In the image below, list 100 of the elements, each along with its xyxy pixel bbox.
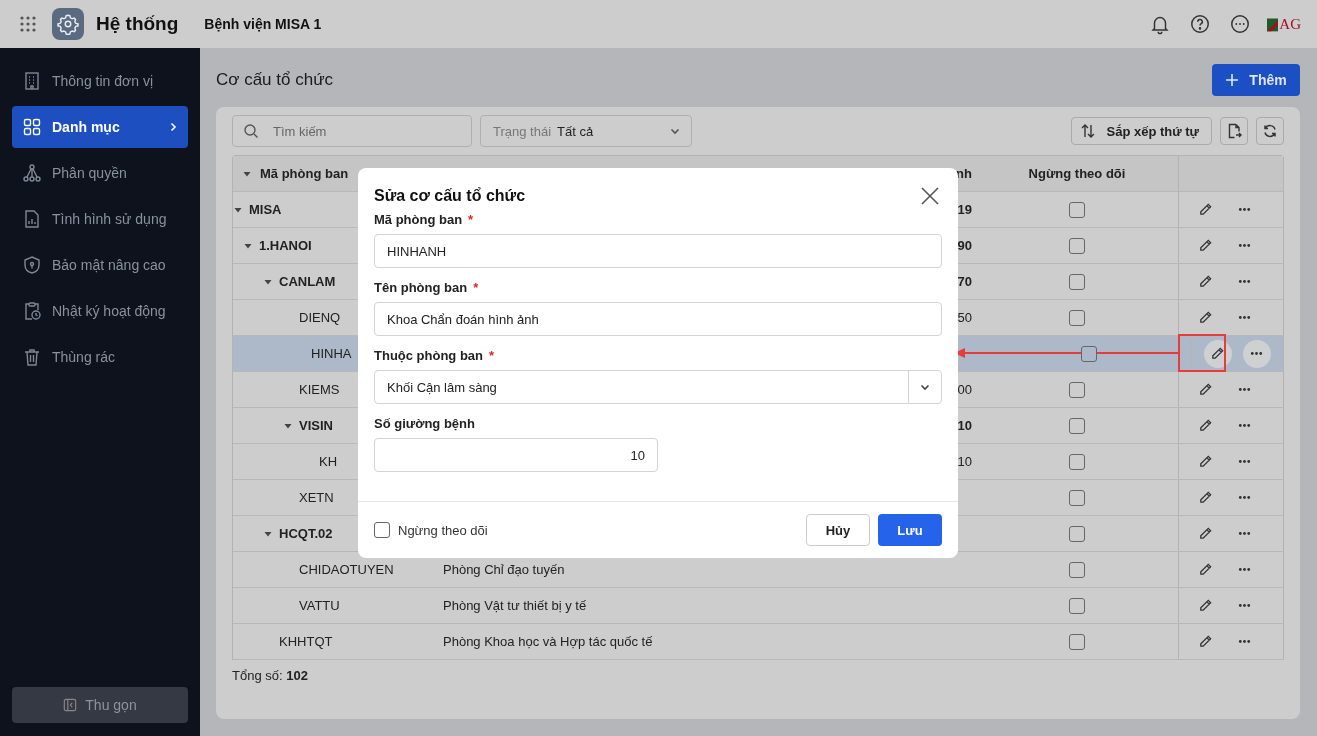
input-field[interactable]: 10	[374, 438, 658, 472]
sort-button[interactable]: Sắp xếp thứ tự	[1071, 117, 1212, 145]
table-cell: 90	[957, 238, 972, 253]
building-icon	[22, 71, 42, 91]
checkbox[interactable]	[374, 522, 390, 538]
table-row[interactable]: KHHTQT Phòng Khoa học và Hợp tác quốc tế	[233, 624, 1283, 660]
required-mark: *	[468, 212, 474, 227]
logo: AG	[1267, 15, 1301, 33]
table-cell: XETN	[299, 490, 334, 505]
checkbox[interactable]	[1069, 633, 1085, 650]
add-button[interactable]: Thêm	[1212, 64, 1300, 96]
pencil-icon	[1210, 346, 1225, 361]
checkbox[interactable]	[1069, 453, 1085, 470]
table-cell: Phòng Chỉ đạo tuyến	[443, 562, 565, 577]
trash-icon	[22, 347, 42, 367]
pencil-icon	[1198, 310, 1213, 325]
sidebar-item[interactable]: Danh mục	[12, 106, 188, 148]
table-cell: HINHA	[311, 346, 352, 361]
sidebar-item[interactable]: Thùng rác	[12, 336, 188, 378]
collapse-button[interactable]: Thu gọn	[12, 687, 188, 723]
checkbox[interactable]	[1069, 525, 1085, 542]
network-icon	[22, 163, 42, 183]
table-cell: Phòng Vật tư thiết bị y tế	[443, 598, 587, 613]
table-cell: 1.HANOI	[259, 238, 312, 253]
sidebar-item[interactable]: Phân quyền	[12, 152, 188, 194]
checkbox[interactable]	[1069, 561, 1085, 578]
close-icon[interactable]	[920, 186, 940, 206]
save-button[interactable]: Lưu	[878, 514, 942, 546]
checkbox[interactable]	[1069, 417, 1085, 434]
page-title: Cơ cấu tổ chức	[216, 70, 335, 90]
logo-mark-icon	[1267, 16, 1279, 32]
department-dropdown[interactable]: Khối Cận lâm sàng	[374, 370, 942, 404]
pencil-icon	[1198, 202, 1213, 217]
sidebar-item[interactable]: Bảo mật nâng cao	[12, 244, 188, 286]
table-cell: KHHTQT	[279, 634, 333, 649]
shield-icon	[22, 255, 42, 275]
sidebar-item[interactable]: Thông tin đơn vị	[12, 60, 188, 102]
table-cell: KH	[319, 454, 338, 469]
export-button[interactable]	[1220, 117, 1248, 145]
status-dropdown[interactable]: Trạng thái Tất cả	[480, 115, 692, 147]
app-title: Hệ thống	[96, 13, 179, 35]
cancel-button[interactable]: Hủy	[806, 514, 870, 546]
sort-icon	[1080, 123, 1097, 139]
clipboard-icon	[22, 301, 42, 321]
checkbox[interactable]	[1069, 489, 1085, 506]
checkbox[interactable]	[1069, 237, 1085, 254]
table-cell: 00	[957, 382, 972, 397]
table-cell: CANLAM	[279, 274, 336, 289]
highlight-frame	[1178, 334, 1226, 372]
field-label: Số giường bệnh	[374, 416, 475, 431]
edit-button[interactable]	[1203, 339, 1232, 368]
required-mark: *	[489, 348, 495, 363]
field-label: Thuộc phòng ban	[374, 348, 484, 363]
more-icon[interactable]	[1229, 13, 1252, 35]
chart-icon	[22, 209, 42, 229]
column-header: Mã phòng ban	[260, 166, 349, 181]
more-button[interactable]	[1242, 339, 1271, 368]
checkbox[interactable]	[1069, 597, 1085, 614]
pencil-icon	[1198, 490, 1213, 505]
sidebar-item[interactable]: Nhật ký hoạt động	[12, 290, 188, 332]
input-field[interactable]: Khoa Chẩn đoán hình ảnh	[374, 302, 942, 336]
pencil-icon	[1198, 634, 1213, 649]
search-field[interactable]: Tìm kiếm	[232, 115, 472, 147]
checkbox-label: Ngừng theo dõi	[398, 522, 488, 538]
required-mark: *	[473, 280, 479, 295]
checkbox[interactable]	[1069, 273, 1085, 290]
table-cell: Phòng Khoa học và Hợp tác quốc tế	[443, 634, 653, 649]
pencil-icon	[1198, 274, 1213, 289]
dialog-title: Sửa cơ cấu tổ chức	[374, 187, 526, 205]
pencil-icon	[1198, 598, 1213, 613]
pencil-icon	[1198, 526, 1213, 541]
table-cell: MISA	[249, 202, 282, 217]
settings-icon	[52, 8, 84, 40]
input-field[interactable]: HINHANH	[374, 234, 942, 268]
table-cell: VISIN	[299, 418, 333, 433]
field-label: Mã phòng ban	[374, 212, 463, 227]
pencil-icon	[1198, 238, 1213, 253]
pencil-icon	[1198, 418, 1213, 433]
plus-icon	[1225, 73, 1240, 87]
checkbox[interactable]	[1069, 201, 1085, 218]
checkbox[interactable]	[1069, 381, 1085, 398]
refresh-button[interactable]	[1256, 117, 1284, 145]
checkbox[interactable]	[1081, 345, 1097, 362]
table-cell: CHIDAOTUYEN	[299, 562, 394, 577]
table-row[interactable]: VATTU Phòng Vật tư thiết bị y tế	[233, 588, 1283, 624]
table-cell: 50	[957, 310, 972, 325]
pencil-icon	[1198, 454, 1213, 469]
sidebar-item[interactable]: Tình hình sử dụng	[12, 198, 188, 240]
refresh-icon	[1262, 123, 1278, 139]
table-cell: 19	[957, 202, 972, 217]
table-cell: VATTU	[299, 598, 340, 613]
table-cell: KIEMS	[299, 382, 340, 397]
checkbox[interactable]	[1069, 309, 1085, 326]
pencil-icon	[1198, 562, 1213, 577]
app-grid-icon[interactable]	[20, 16, 36, 32]
grid-icon	[22, 117, 42, 137]
table-cell: 10	[957, 418, 972, 433]
total-count: Tổng số: 102	[232, 668, 309, 683]
help-icon[interactable]	[1189, 13, 1212, 35]
column-header: nh	[956, 166, 972, 181]
